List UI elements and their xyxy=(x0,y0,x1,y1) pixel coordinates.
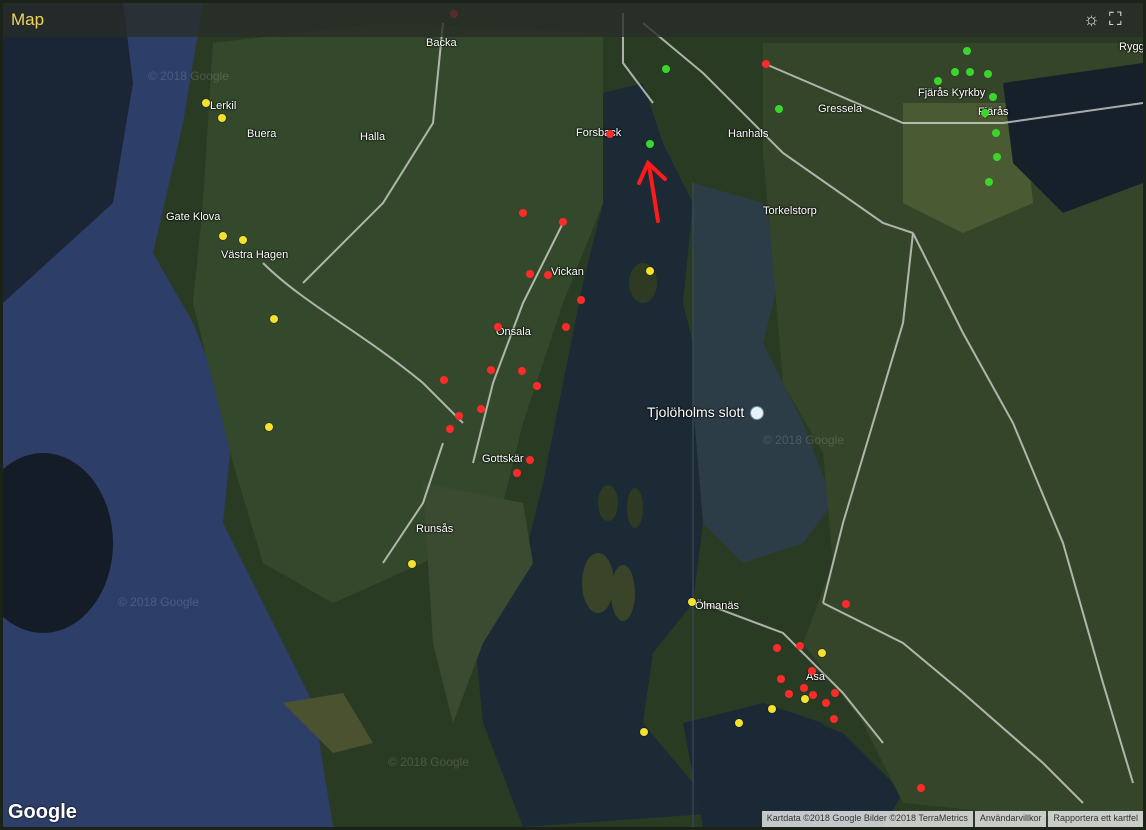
place-label: Tjolöholms slott xyxy=(647,404,745,420)
map-marker[interactable] xyxy=(239,236,247,244)
satellite-imagery xyxy=(3,3,1143,827)
sun-icon[interactable]: ☼ xyxy=(1083,9,1100,30)
map-marker[interactable] xyxy=(785,690,793,698)
map-marker[interactable] xyxy=(526,270,534,278)
panel-title: Map xyxy=(11,10,45,29)
fullscreen-icon[interactable]: ⛶ xyxy=(1109,9,1122,30)
map-marker[interactable] xyxy=(830,715,838,723)
map-marker[interactable] xyxy=(487,366,495,374)
map-marker[interactable] xyxy=(440,376,448,384)
place-label: Hanhals xyxy=(728,128,769,140)
map-marker[interactable] xyxy=(984,70,992,78)
title-bar: Map ☼ ⛶ xyxy=(3,3,1143,37)
place-label: Gressela xyxy=(818,103,863,115)
map-marker[interactable] xyxy=(446,425,454,433)
map-marker[interactable] xyxy=(993,153,1001,161)
map-marker[interactable] xyxy=(735,719,743,727)
watermark: © 2018 Google xyxy=(148,69,229,83)
map-marker[interactable] xyxy=(477,405,485,413)
attribution-bar: Kartdata ©2018 Google Bilder ©2018 Terra… xyxy=(760,811,1143,827)
map-marker[interactable] xyxy=(544,271,552,279)
map-marker[interactable] xyxy=(606,130,614,138)
place-label: Runsås xyxy=(416,523,454,535)
place-label: Fjärås Kyrkby xyxy=(918,87,986,99)
map-marker[interactable] xyxy=(966,68,974,76)
map-marker[interactable] xyxy=(963,47,971,55)
report-error-link[interactable]: Rapportera ett kartfel xyxy=(1048,811,1143,827)
map-marker[interactable] xyxy=(408,560,416,568)
place-label: Gottskär xyxy=(482,453,524,465)
map-marker[interactable] xyxy=(773,644,781,652)
map-data-credit: Kartdata ©2018 Google Bilder ©2018 Terra… xyxy=(761,811,973,827)
map-marker[interactable] xyxy=(985,178,993,186)
map-marker[interactable] xyxy=(688,598,696,606)
map-marker[interactable] xyxy=(646,140,654,148)
map-marker[interactable] xyxy=(513,469,521,477)
map-marker[interactable] xyxy=(270,315,278,323)
map-marker[interactable] xyxy=(202,99,210,107)
map-marker[interactable] xyxy=(577,296,585,304)
map-marker[interactable] xyxy=(917,784,925,792)
terms-link[interactable]: Användarvillkor xyxy=(974,811,1047,827)
map-marker[interactable] xyxy=(519,209,527,217)
map-marker[interactable] xyxy=(808,667,816,675)
map-marker[interactable] xyxy=(455,412,463,420)
landmark-icon[interactable] xyxy=(750,406,764,420)
place-label: Gate Klova xyxy=(166,211,221,223)
map-marker[interactable] xyxy=(646,267,654,275)
map-marker[interactable] xyxy=(800,684,808,692)
place-label: Torkelstorp xyxy=(763,205,817,217)
map-marker[interactable] xyxy=(842,600,850,608)
map-marker[interactable] xyxy=(218,114,226,122)
place-label: Västra Hagen xyxy=(221,249,289,261)
place-label: Halla xyxy=(360,131,386,143)
map-marker[interactable] xyxy=(219,232,227,240)
map-marker[interactable] xyxy=(989,93,997,101)
map-marker[interactable] xyxy=(934,77,942,85)
map-marker[interactable] xyxy=(526,456,534,464)
place-label: Rygg xyxy=(1119,41,1143,53)
map-marker[interactable] xyxy=(518,367,526,375)
map-marker[interactable] xyxy=(533,382,541,390)
place-label: Vickan xyxy=(551,266,584,278)
map-marker[interactable] xyxy=(951,68,959,76)
watermark: © 2018 Google xyxy=(388,755,469,769)
map-marker[interactable] xyxy=(775,105,783,113)
map-marker[interactable] xyxy=(777,675,785,683)
map-marker[interactable] xyxy=(981,109,989,117)
map-marker[interactable] xyxy=(801,695,809,703)
map-marker[interactable] xyxy=(265,423,273,431)
google-logo: Google xyxy=(8,801,77,823)
map-marker[interactable] xyxy=(662,65,670,73)
map-marker[interactable] xyxy=(559,218,567,226)
map-marker[interactable] xyxy=(822,699,830,707)
map-marker[interactable] xyxy=(762,60,770,68)
map-marker[interactable] xyxy=(768,705,776,713)
map-marker[interactable] xyxy=(640,728,648,736)
place-label: Backa xyxy=(426,37,457,49)
place-label: Buera xyxy=(247,128,277,140)
map-viewport[interactable]: © 2018 Google © 2018 Google © 2018 Googl… xyxy=(3,3,1143,827)
map-marker[interactable] xyxy=(992,129,1000,137)
map-marker[interactable] xyxy=(818,649,826,657)
watermark: © 2018 Google xyxy=(763,433,844,447)
place-label: Lerkil xyxy=(210,100,237,112)
map-marker[interactable] xyxy=(494,323,502,331)
watermark: © 2018 Google xyxy=(118,595,199,609)
map-marker[interactable] xyxy=(809,691,817,699)
place-label: Ölmanäs xyxy=(695,600,740,612)
place-label: Forsback xyxy=(576,127,622,139)
map-marker[interactable] xyxy=(831,689,839,697)
map-marker[interactable] xyxy=(796,642,804,650)
map-marker[interactable] xyxy=(562,323,570,331)
